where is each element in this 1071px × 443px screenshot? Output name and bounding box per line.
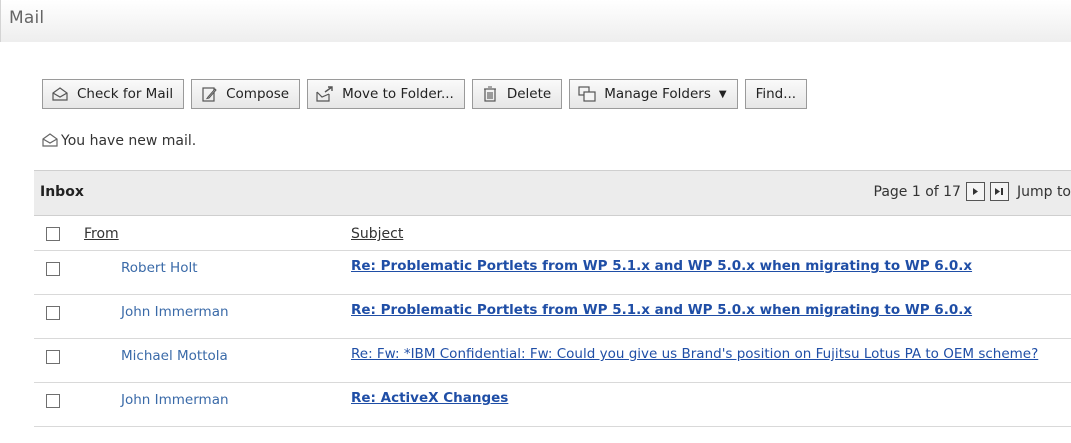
delete-button[interactable]: Delete bbox=[471, 79, 563, 109]
table-row[interactable]: John Immerman Re: ActiveX Changes bbox=[34, 383, 1071, 427]
check-mail-label: Check for Mail bbox=[77, 86, 174, 102]
folders-icon bbox=[578, 86, 596, 102]
pager: Page 1 of 17 Jump to bbox=[874, 182, 1071, 201]
next-page-icon[interactable] bbox=[965, 182, 985, 201]
message-sender: Robert Holt bbox=[121, 260, 198, 276]
chevron-down-icon: ▼ bbox=[718, 88, 727, 100]
mail-toolbar: Check for Mail Compose Move to Folder...… bbox=[42, 79, 808, 113]
trash-icon bbox=[481, 86, 499, 102]
move-to-folder-icon bbox=[316, 86, 334, 102]
envelope-icon bbox=[51, 86, 69, 102]
message-subject-link[interactable]: Re: Problematic Portlets from WP 5.1.x a… bbox=[351, 302, 1071, 319]
check-mail-button[interactable]: Check for Mail bbox=[42, 79, 185, 109]
new-mail-notice: You have new mail. bbox=[42, 133, 196, 149]
message-checkbox[interactable] bbox=[46, 394, 60, 408]
find-button[interactable]: Find... bbox=[744, 79, 808, 109]
message-sender: John Immerman bbox=[121, 304, 229, 320]
new-mail-text: You have new mail. bbox=[61, 133, 197, 149]
compose-button[interactable]: Compose bbox=[191, 79, 301, 109]
message-subject-link[interactable]: Re: Fw: *IBM Confidential: Fw: Could you… bbox=[351, 346, 1071, 363]
manage-folders-label: Manage Folders bbox=[604, 86, 711, 102]
table-row[interactable]: Robert Holt Re: Problematic Portlets from… bbox=[34, 251, 1071, 295]
select-all-checkbox[interactable] bbox=[46, 227, 60, 241]
find-label: Find... bbox=[755, 86, 797, 102]
message-subject-link[interactable]: Re: ActiveX Changes bbox=[351, 390, 1071, 407]
manage-folders-button[interactable]: Manage Folders ▼ bbox=[569, 79, 738, 109]
compose-label: Compose bbox=[226, 86, 290, 102]
last-page-icon[interactable] bbox=[989, 182, 1009, 201]
move-to-folder-label: Move to Folder... bbox=[342, 86, 454, 102]
subject-column-header[interactable]: Subject bbox=[351, 226, 403, 242]
message-subject-link[interactable]: Re: Problematic Portlets from WP 5.1.x a… bbox=[351, 258, 1071, 275]
message-checkbox[interactable] bbox=[46, 306, 60, 320]
compose-icon bbox=[200, 86, 218, 102]
page-indicator: Page 1 of 17 bbox=[873, 183, 961, 200]
table-row[interactable]: John Immerman Re: Problematic Portlets fr… bbox=[34, 295, 1071, 339]
message-checkbox[interactable] bbox=[46, 262, 60, 276]
message-sender: John Immerman bbox=[121, 392, 229, 408]
title-bar: Mail bbox=[0, 0, 1071, 42]
column-header-row: From Subject bbox=[34, 216, 1071, 251]
from-column-header[interactable]: From bbox=[84, 226, 119, 242]
message-sender: Michael Mottola bbox=[121, 348, 228, 364]
inbox-title: Inbox bbox=[40, 184, 84, 200]
message-checkbox[interactable] bbox=[46, 350, 60, 364]
window-title: Mail bbox=[9, 8, 45, 28]
move-to-folder-button[interactable]: Move to Folder... bbox=[307, 79, 465, 109]
jump-to-label[interactable]: Jump to bbox=[1017, 184, 1071, 200]
table-row[interactable]: Michael Mottola Re: Fw: *IBM Confidential… bbox=[34, 339, 1071, 383]
message-list: Robert Holt Re: Problematic Portlets from… bbox=[34, 251, 1071, 427]
envelope-icon bbox=[42, 133, 58, 149]
inbox-header: Inbox Page 1 of 17 Jump to bbox=[34, 170, 1071, 216]
delete-label: Delete bbox=[506, 86, 552, 102]
inbox-panel: Inbox Page 1 of 17 Jump to From Subject … bbox=[34, 170, 1071, 427]
